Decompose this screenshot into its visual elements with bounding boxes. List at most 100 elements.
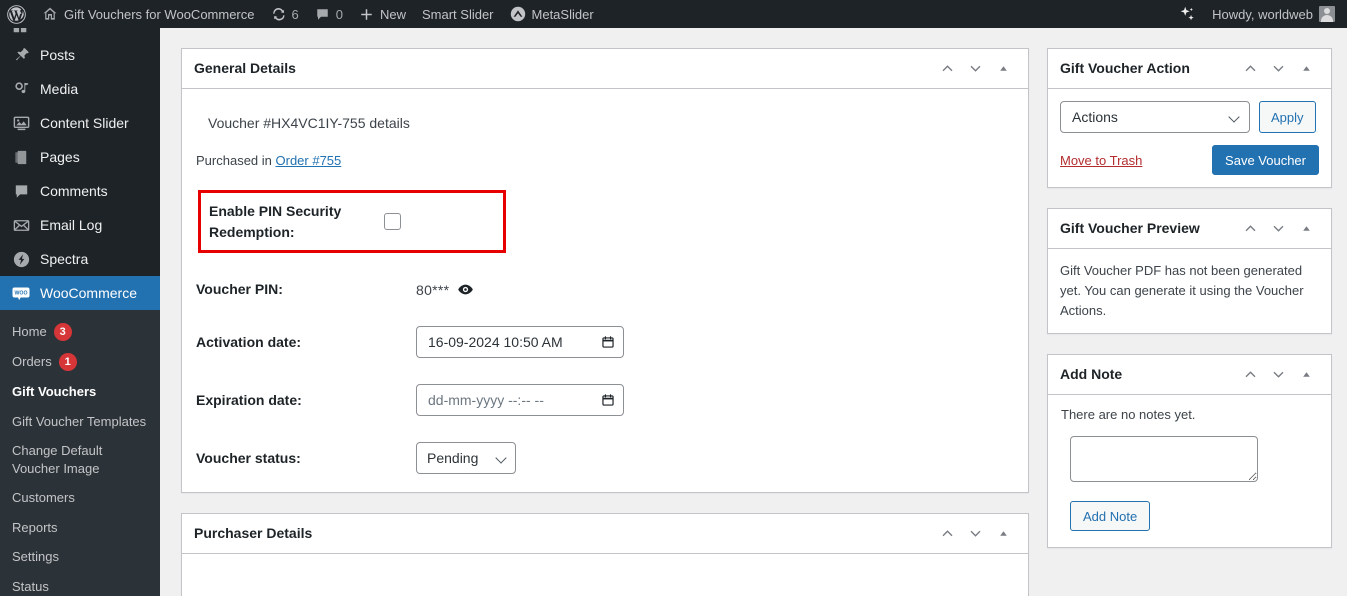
panel-title: General Details	[194, 59, 296, 76]
sidebar-item-comments[interactable]: Comments	[0, 174, 160, 208]
main-column: General Details Voucher #HX4VC1IY-755 de…	[181, 48, 1029, 596]
plus-icon	[359, 7, 374, 22]
chevron-up-icon[interactable]	[1237, 56, 1263, 82]
sidebar-item-customers[interactable]: Customers	[0, 483, 160, 513]
preview-message: Gift Voucher PDF has not been generated …	[1060, 263, 1304, 319]
image-slider-icon	[11, 113, 31, 133]
sidebar-item-email-log[interactable]: Email Log	[0, 208, 160, 242]
orders-count-badge: 1	[58, 353, 77, 371]
pin-security-value	[384, 213, 503, 230]
submenu-label: Gift Vouchers	[12, 384, 97, 399]
sidebar-item-woocommerce[interactable]: WOO WooCommerce	[0, 276, 160, 310]
triangle-toggle-icon[interactable]	[1293, 362, 1319, 388]
save-voucher-button[interactable]: Save Voucher	[1212, 145, 1319, 175]
move-to-trash-link[interactable]: Move to Trash	[1060, 153, 1142, 168]
chevron-down-icon[interactable]	[962, 56, 988, 82]
wordpress-logo-icon	[7, 4, 26, 24]
site-name-button[interactable]: Gift Vouchers for WooCommerce	[34, 0, 263, 28]
pin-icon	[11, 45, 31, 65]
note-textarea[interactable]	[1070, 436, 1258, 483]
comments-icon	[11, 181, 31, 201]
pin-security-checkbox[interactable]	[384, 213, 401, 230]
submenu-label: Change Default Voucher Image	[12, 443, 103, 476]
sparkle-icon	[1178, 5, 1196, 23]
voucher-pin-value-wrap: 80***	[416, 281, 1016, 298]
chevron-down-icon[interactable]	[1265, 56, 1291, 82]
sidebar-item-reports[interactable]: Reports	[0, 513, 160, 543]
chevron-up-icon[interactable]	[934, 56, 960, 82]
sidebar-item-label: Pages	[40, 149, 80, 165]
sidebar-item-pages[interactable]: Pages	[0, 140, 160, 174]
new-content-button[interactable]: New	[351, 0, 414, 28]
voucher-pin-row: Voucher PIN: 80***	[194, 279, 1016, 300]
voucher-status-select-wrap: Pending	[416, 442, 516, 474]
dashboard-icon	[11, 28, 29, 38]
sidebar-item-spectra[interactable]: Spectra	[0, 242, 160, 276]
admin-sidebar-menu: Posts Media Content Slider Pages Comment…	[0, 28, 160, 596]
wordpress-logo-button[interactable]	[0, 0, 34, 28]
envelope-icon	[11, 215, 31, 235]
purchased-in-line: Purchased in Order #755	[194, 153, 1016, 168]
admin-bar: Gift Vouchers for WooCommerce 6 0 New Sm…	[0, 0, 1347, 28]
triangle-toggle-icon[interactable]	[1293, 216, 1319, 242]
sidebar-item-settings[interactable]: Settings	[0, 542, 160, 572]
sidebar-item-gift-voucher-templates[interactable]: Gift Voucher Templates	[0, 407, 160, 437]
sidebar-item-change-default-voucher-image[interactable]: Change Default Voucher Image	[0, 436, 160, 483]
triangle-toggle-icon[interactable]	[990, 521, 1016, 547]
updates-button[interactable]: 6	[263, 0, 307, 28]
sidebar-item-label: Comments	[40, 183, 108, 199]
sidebar-item-orders[interactable]: Orders 1	[0, 347, 160, 377]
sparkle-button[interactable]	[1170, 0, 1204, 28]
activation-date-value: 16-09-2024 10:50 AM	[416, 326, 1016, 358]
purchased-prefix: Purchased in	[196, 153, 276, 168]
sidebar-item-label: Posts	[40, 47, 76, 63]
chevron-down-icon[interactable]	[1265, 362, 1291, 388]
metaslider-button[interactable]: MetaSlider	[502, 0, 602, 28]
apply-button[interactable]: Apply	[1259, 101, 1316, 133]
panel-title: Add Note	[1060, 366, 1123, 383]
add-note-body: There are no notes yet. Add Note	[1048, 395, 1331, 547]
gift-voucher-preview-header: Gift Voucher Preview	[1048, 209, 1331, 249]
triangle-toggle-icon[interactable]	[990, 56, 1016, 82]
metaslider-label: MetaSlider	[531, 6, 594, 22]
chevron-down-icon[interactable]	[962, 521, 988, 547]
submenu-label: Reports	[12, 519, 58, 535]
gift-voucher-action-header: Gift Voucher Action	[1048, 49, 1331, 89]
account-menu[interactable]: Howdy, worldweb	[1204, 0, 1347, 28]
sidebar-item-status[interactable]: Status	[0, 572, 160, 596]
expiration-date-input[interactable]: dd-mm-yyyy --:-- --	[416, 384, 624, 416]
submenu-label: Settings	[12, 549, 59, 565]
order-link[interactable]: Order #755	[276, 153, 342, 168]
sidebar-item-posts[interactable]: Posts	[0, 38, 160, 72]
smart-slider-button[interactable]: Smart Slider	[414, 0, 502, 28]
eye-icon[interactable]	[457, 281, 474, 298]
comments-button[interactable]: 0	[307, 0, 351, 28]
sidebar-item-home[interactable]: Home 3	[0, 317, 160, 347]
submenu-label: Orders	[12, 354, 52, 370]
media-icon	[11, 79, 31, 99]
chevron-down-icon[interactable]	[1265, 216, 1291, 242]
general-details-header: General Details	[182, 49, 1028, 89]
chevron-up-icon[interactable]	[1237, 362, 1263, 388]
calendar-icon[interactable]	[601, 335, 615, 349]
activation-date-input[interactable]: 16-09-2024 10:50 AM	[416, 326, 624, 358]
panel-controls	[934, 521, 1016, 547]
triangle-toggle-icon[interactable]	[1293, 56, 1319, 82]
submenu-label: Home	[12, 324, 47, 340]
howdy-label: Howdy, worldweb	[1212, 6, 1313, 22]
sidebar-item-dashboard-partial[interactable]	[0, 28, 160, 38]
sidebar-item-media[interactable]: Media	[0, 72, 160, 106]
add-note-button[interactable]: Add Note	[1070, 501, 1151, 532]
actions-select[interactable]: Actions	[1060, 101, 1250, 133]
chevron-up-icon[interactable]	[934, 521, 960, 547]
sidebar-item-gift-vouchers[interactable]: Gift Vouchers	[0, 377, 160, 407]
comment-bubble-icon	[315, 7, 330, 22]
chevron-up-icon[interactable]	[1237, 216, 1263, 242]
voucher-status-select[interactable]: Pending	[416, 442, 516, 474]
activation-date-text: 16-09-2024 10:50 AM	[428, 334, 563, 350]
gift-voucher-preview-panel: Gift Voucher Preview Gift Voucher PDF ha…	[1047, 208, 1332, 335]
content-area: General Details Voucher #HX4VC1IY-755 de…	[160, 28, 1347, 596]
sidebar-item-content-slider[interactable]: Content Slider	[0, 106, 160, 140]
calendar-icon[interactable]	[601, 393, 615, 407]
home-icon	[42, 6, 58, 22]
